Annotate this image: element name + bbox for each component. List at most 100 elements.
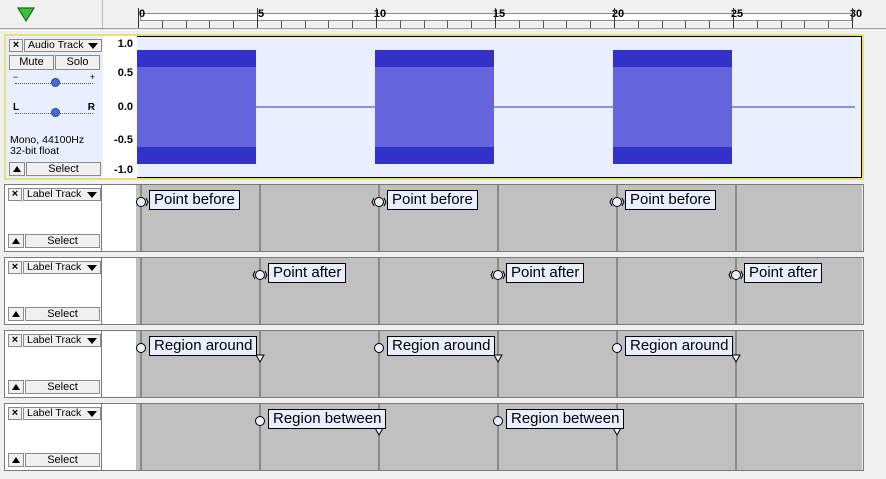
- chevron-down-icon: [87, 265, 97, 271]
- vertical-scrollbar[interactable]: [869, 30, 886, 479]
- ruler-minor-tick: [590, 21, 592, 28]
- label-text-box[interactable]: Point after: [744, 263, 823, 283]
- track-name-menu-button[interactable]: Label Track: [23, 261, 101, 274]
- mute-button[interactable]: Mute: [9, 55, 54, 70]
- label-text-box[interactable]: Point before: [387, 190, 478, 210]
- close-track-button[interactable]: ×: [8, 261, 22, 274]
- label-track-gutter: [102, 331, 136, 397]
- ruler-minor-tick: [209, 21, 211, 28]
- label-text-box[interactable]: Region around: [625, 336, 734, 356]
- ruler-major-tick: [495, 8, 496, 28]
- amplitude-tick: -0.5: [114, 134, 133, 146]
- label-track[interactable]: × Label Track Select Point after Point af…: [4, 257, 864, 325]
- label-text-box[interactable]: Region between: [506, 409, 625, 429]
- ruler-minor-tick: [661, 21, 663, 28]
- ruler-divider: [102, 0, 103, 30]
- collapse-track-button[interactable]: [8, 307, 24, 321]
- ruler-minor-tick: [399, 21, 401, 28]
- ruler-minor-tick: [447, 21, 449, 28]
- amplitude-ruler[interactable]: 1.0 0.5 0.0 -0.5 -1.0: [103, 36, 137, 178]
- pan-slider[interactable]: L R: [11, 102, 97, 120]
- select-track-button[interactable]: Select: [26, 162, 101, 176]
- select-track-button[interactable]: Select: [25, 380, 100, 394]
- gain-min-label: −: [13, 72, 19, 82]
- ruler-minor-tick: [328, 21, 330, 28]
- label-text-box[interactable]: Region between: [268, 409, 387, 429]
- audio-track[interactable]: × Audio Track Mute Solo − + L R Mono, 44…: [4, 34, 864, 180]
- label-region-end-handle-icon[interactable]: [255, 354, 265, 364]
- label-track-control-panel: × Label Track Select: [4, 257, 102, 325]
- ruler-minor-tick: [637, 21, 639, 28]
- amplitude-tick: -1.0: [114, 164, 133, 176]
- select-track-button[interactable]: Select: [25, 234, 100, 248]
- pan-slider-thumb[interactable]: [51, 108, 60, 117]
- select-track-button[interactable]: Select: [25, 307, 100, 321]
- collapse-track-button[interactable]: [9, 162, 25, 176]
- chevron-down-icon: [87, 192, 97, 198]
- ruler-tick-label: 5: [257, 8, 265, 20]
- ruler-minor-tick: [804, 21, 806, 28]
- ruler-minor-tick: [352, 21, 354, 28]
- label-region-start-handle-icon[interactable]: [255, 416, 265, 426]
- close-track-button[interactable]: ×: [8, 334, 22, 347]
- label-area[interactable]: Point after Point after Point after: [136, 258, 862, 324]
- ruler-minor-tick: [566, 21, 568, 28]
- label-text-box[interactable]: Point before: [625, 190, 716, 210]
- bit-depth-text: 32-bit float: [10, 145, 60, 157]
- timeline-ruler[interactable]: 0 5 10 15 20 25 30: [0, 0, 886, 30]
- label-region-start-handle-icon[interactable]: [136, 343, 146, 353]
- ruler-timeline[interactable]: 0 5 10 15 20 25 30: [136, 0, 866, 30]
- label-track[interactable]: × Label Track Select Region around Region…: [4, 330, 864, 398]
- label-region-start-handle-icon[interactable]: [374, 343, 384, 353]
- gain-slider[interactable]: − +: [11, 72, 97, 90]
- amplitude-tick: 0.0: [117, 101, 133, 113]
- label-track[interactable]: × Label Track Select Point before Point b…: [4, 184, 864, 252]
- track-name-menu-button[interactable]: Label Track: [23, 188, 101, 201]
- waveform-area[interactable]: [137, 37, 855, 177]
- label-text-box[interactable]: Point after: [268, 263, 347, 283]
- label-region-end-handle-icon[interactable]: [374, 427, 384, 437]
- ruler-major-tick: [257, 8, 258, 28]
- select-track-button[interactable]: Select: [25, 453, 100, 467]
- collapse-track-button[interactable]: [8, 453, 24, 467]
- label-region-start-handle-icon[interactable]: [612, 343, 622, 353]
- gain-slider-thumb[interactable]: [51, 78, 60, 87]
- label-point-handle-icon[interactable]: [252, 270, 268, 280]
- label-point-handle-icon[interactable]: [490, 270, 506, 280]
- label-point-handle-icon[interactable]: [136, 197, 149, 207]
- ruler-minor-tick: [280, 21, 282, 28]
- track-name-menu-button[interactable]: Audio Track: [24, 39, 102, 52]
- close-track-button[interactable]: ×: [8, 407, 22, 420]
- label-region-end-handle-icon[interactable]: [493, 354, 503, 364]
- label-point-handle-icon[interactable]: [371, 197, 387, 207]
- label-region-start-handle-icon[interactable]: [493, 416, 503, 426]
- label-point-handle-icon[interactable]: [609, 197, 625, 207]
- chevron-down-icon: [87, 411, 97, 417]
- label-track[interactable]: × Label Track Select Region between Regio…: [4, 403, 864, 471]
- track-name-menu-button[interactable]: Label Track: [23, 334, 101, 347]
- label-text-box[interactable]: Point after: [506, 263, 585, 283]
- track-name-menu-button[interactable]: Label Track: [23, 407, 101, 420]
- ruler-tick-label: 0: [138, 8, 146, 20]
- track-name-label: Audio Track: [28, 39, 84, 51]
- label-area[interactable]: Region between Region between: [136, 404, 862, 470]
- close-track-button[interactable]: ×: [8, 188, 22, 201]
- label-region-end-handle-icon[interactable]: [731, 354, 741, 364]
- collapse-track-button[interactable]: [8, 234, 24, 248]
- waveform-clip-rms: [375, 67, 494, 147]
- play-position-indicator-icon[interactable]: [14, 4, 38, 26]
- label-region-end-handle-icon[interactable]: [612, 427, 622, 437]
- label-area[interactable]: Region around Region around Region around: [136, 331, 862, 397]
- label-text-box[interactable]: Region around: [149, 336, 258, 356]
- label-track-gutter: [102, 185, 136, 251]
- label-point-handle-icon[interactable]: [728, 270, 744, 280]
- ruler-minor-tick: [542, 21, 544, 28]
- label-text-box[interactable]: Point before: [149, 190, 240, 210]
- gain-max-label: +: [89, 72, 95, 82]
- solo-button[interactable]: Solo: [55, 55, 100, 70]
- label-text-box[interactable]: Region around: [387, 336, 496, 356]
- collapse-track-button[interactable]: [8, 380, 24, 394]
- ruler-minor-tick: [161, 21, 163, 28]
- close-track-button[interactable]: ×: [9, 39, 23, 52]
- label-area[interactable]: Point before Point before Point before: [136, 185, 862, 251]
